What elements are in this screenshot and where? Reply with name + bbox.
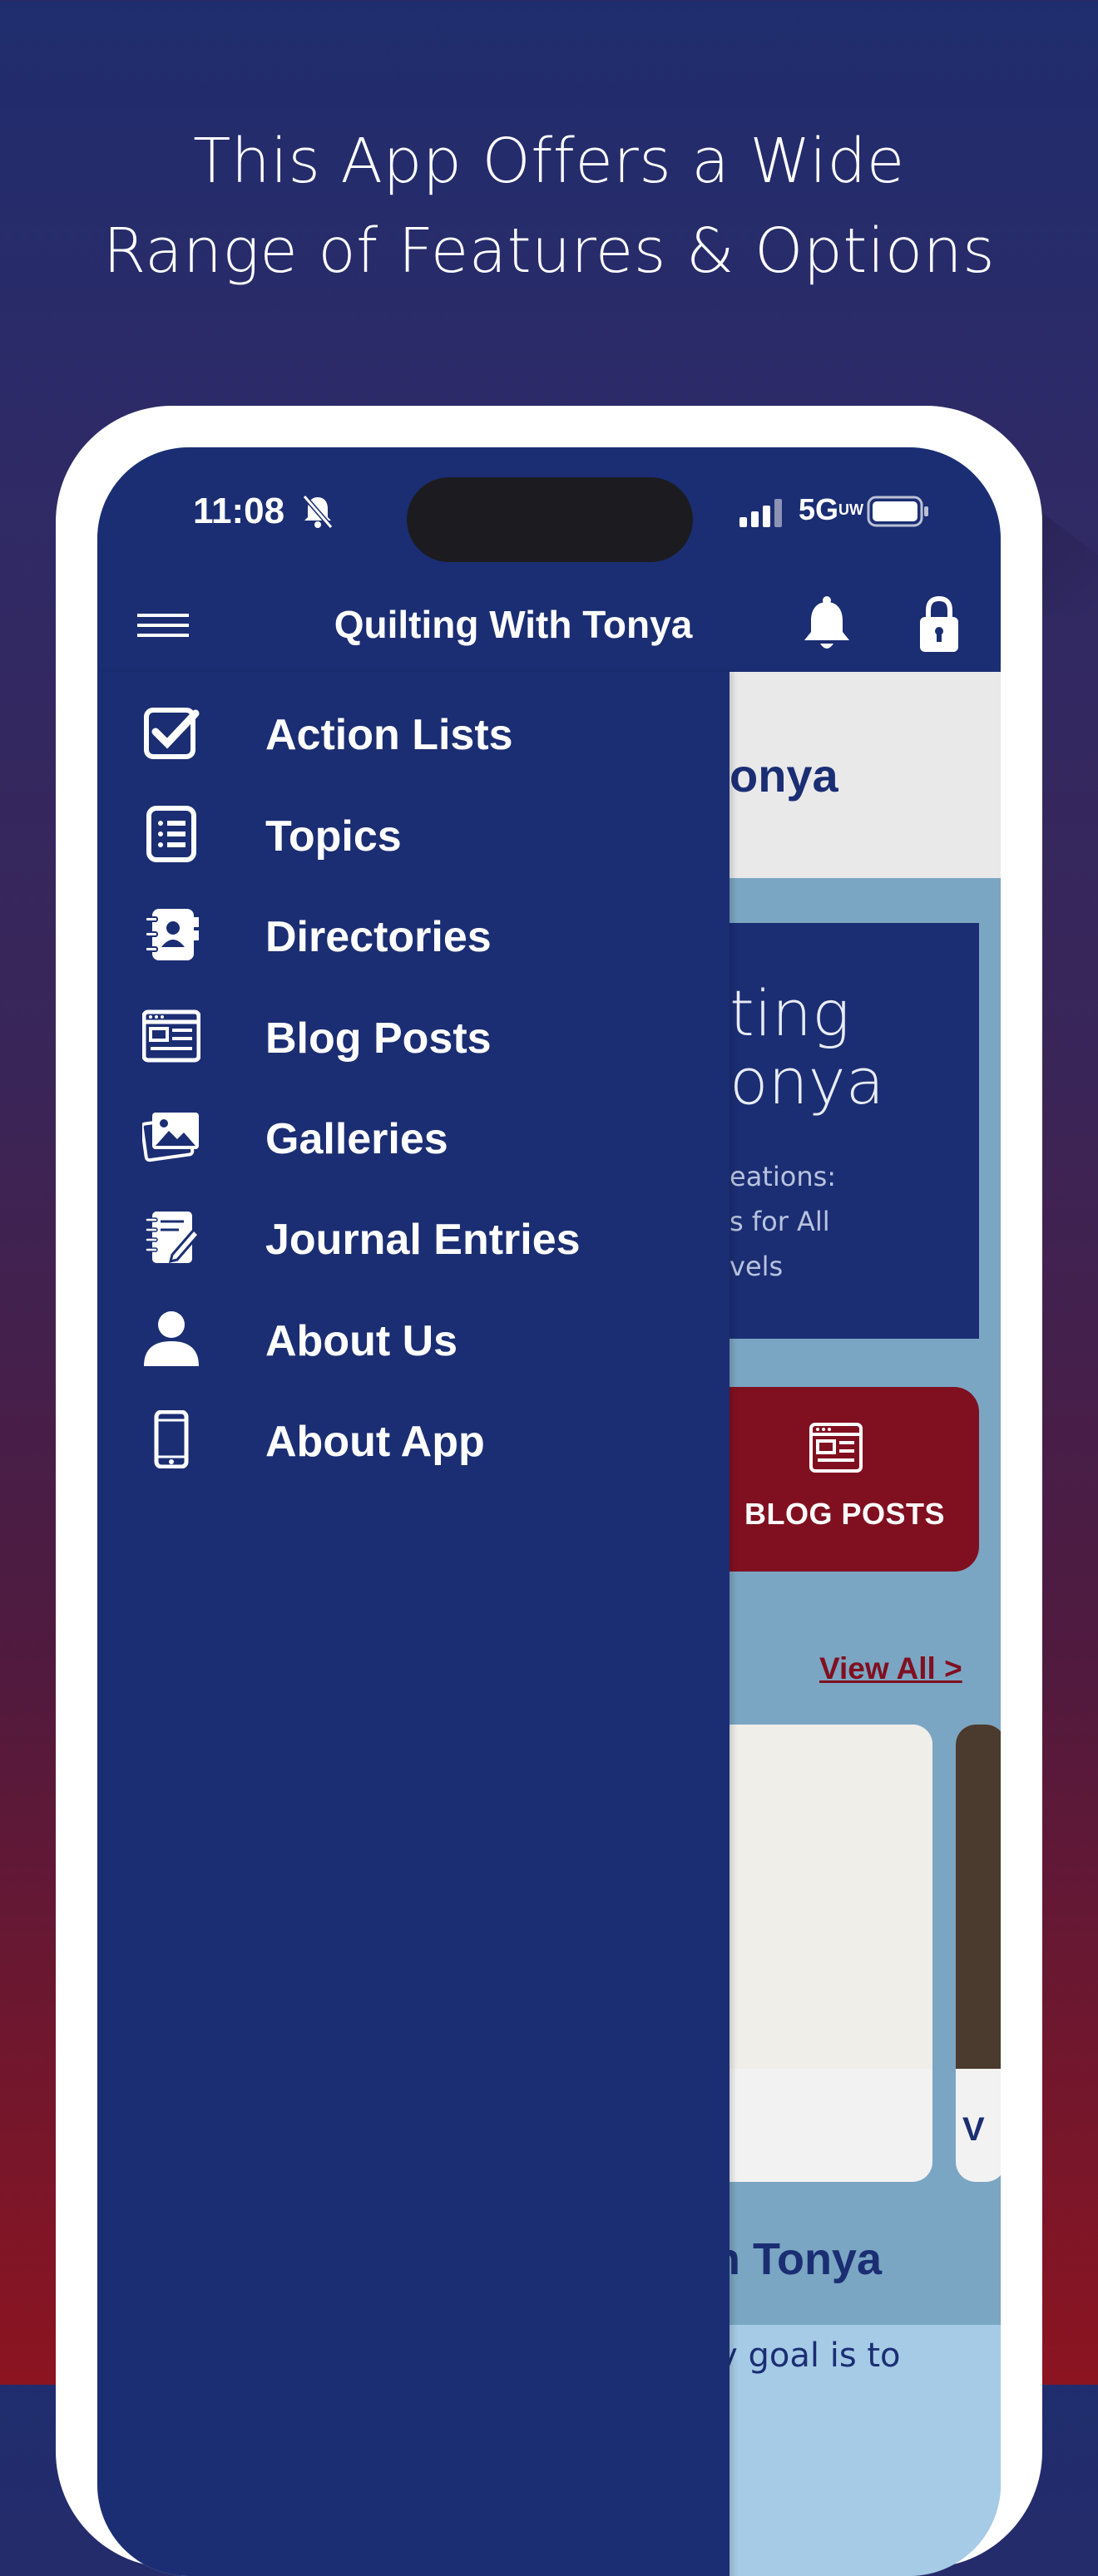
content-header-title: onya [730,749,838,802]
signal-icon [739,499,782,527]
post-card[interactable]: V [956,1725,1001,2182]
battery-icon [867,496,928,527]
silent-bell-icon [302,495,334,529]
status-time: 11:08 [193,491,285,531]
drawer-item-label: Blog Posts [265,1014,492,1063]
drawer-item-blog-posts[interactable]: Blog Posts [97,990,730,1082]
hero-sub-line-3: vels [730,1251,784,1282]
drawer-item-label: Topics [265,812,402,861]
hero-title-line-1: ting [730,976,850,1050]
hero-banner-title: ting onya [730,980,884,1116]
hero-sub-line-1: eations: [730,1161,837,1192]
app-title: Quilting With Tonya [334,603,693,646]
contact-book-icon [145,909,199,960]
headline-line-2: Range of Features & Options [102,215,996,287]
drawer-item-label: About App [265,1418,485,1466]
drawer-item-label: Galleries [265,1115,448,1163]
navigation-drawer: Action Lists Topics Directories Blog Pos… [97,672,730,2576]
network-sublabel: UW [838,501,864,518]
newspaper-icon [809,1423,863,1473]
drawer-item-label: Journal Entries [265,1216,581,1264]
view-all-link[interactable]: View All > [819,1651,962,1686]
about-section-text: ly goal is to [709,2337,901,2375]
journal-icon [145,1212,200,1264]
drawer-item-galleries[interactable]: Galleries [97,1091,730,1182]
network-label: 5G [799,492,839,526]
drawer-item-about-us[interactable]: About Us [97,1293,730,1384]
phone-icon [154,1410,189,1468]
drawer-item-label: Directories [265,913,492,961]
drawer-item-action-lists[interactable]: Action Lists [97,687,730,778]
about-section-title: h Tonya [713,2234,883,2284]
hero-title-line-2: onya [730,1044,885,1118]
network-indicator: 5GUW [799,492,863,527]
drawer-item-label: About Us [265,1317,458,1365]
hero-sub-line-2: s for All [730,1206,830,1237]
hamburger-menu-icon[interactable] [137,604,189,645]
hero-banner-subtitle: eations: s for All vels [730,1154,836,1289]
lock-icon[interactable] [918,594,960,654]
drawer-item-topics[interactable]: Topics [97,788,730,880]
notification-bell-icon[interactable] [801,595,853,654]
drawer-item-about-app[interactable]: About App [97,1394,730,1485]
checkbox-icon [144,708,200,759]
card-title: V [962,2111,985,2148]
phone-screen: onya ting onya eations: s for All vels B… [97,447,1001,2576]
list-icon [146,806,196,862]
app-bar: Quilting With Tonya [97,580,1001,672]
card-photo [956,1725,1001,2069]
drawer-item-label: Action Lists [265,711,513,759]
gallery-icon [142,1113,199,1162]
user-icon [144,1311,199,1366]
marketing-headline: This App Offers a Wide Range of Features… [0,116,1098,296]
drawer-item-journal-entries[interactable]: Journal Entries [97,1192,730,1283]
headline-line-1: This App Offers a Wide [193,126,905,197]
blog-posts-button-label: BLOG POSTS [744,1497,946,1531]
dynamic-island [407,477,693,562]
newspaper-icon [142,1009,200,1063]
drawer-item-directories[interactable]: Directories [97,889,730,980]
